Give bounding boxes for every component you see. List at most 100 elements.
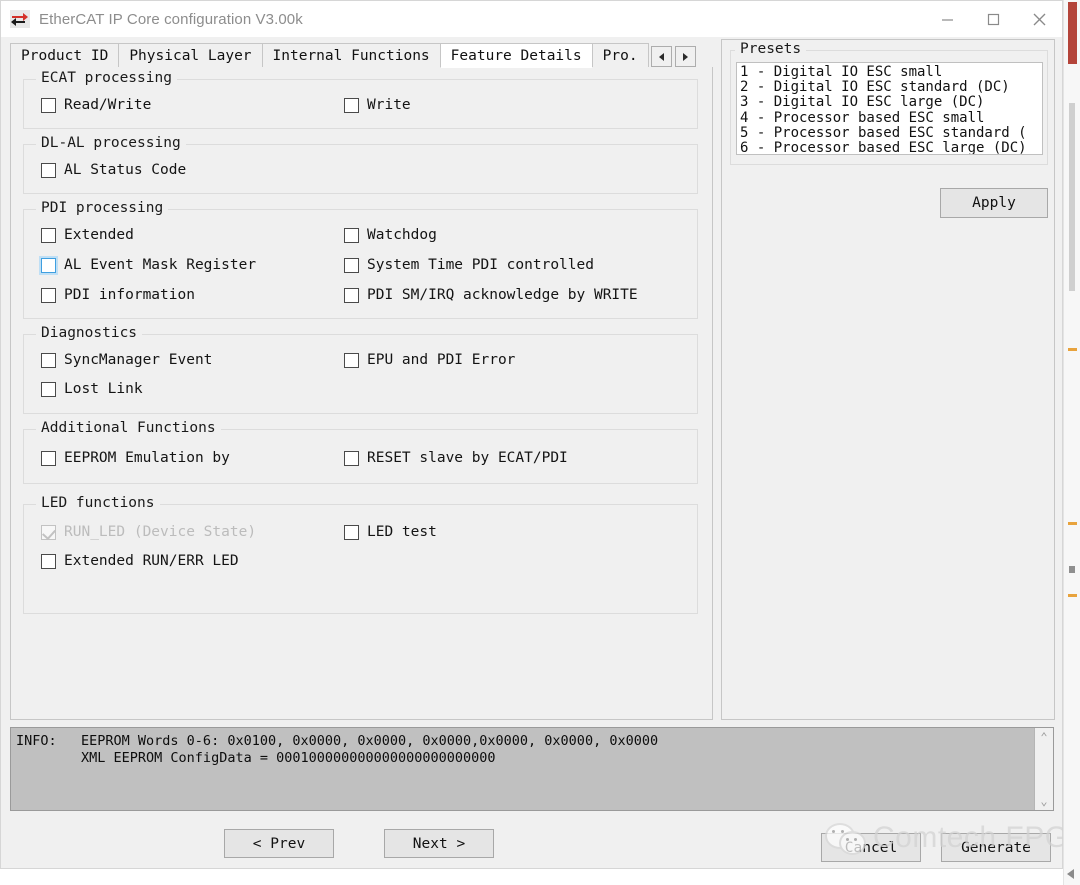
scrollbar-marker: [1068, 348, 1077, 351]
group-label-additional-functions: Additional Functions: [36, 420, 221, 436]
checkbox-label: LED test: [367, 524, 437, 540]
checkbox-box-icon: [41, 451, 56, 466]
checkbox-watchdog[interactable]: Watchdog: [344, 227, 437, 243]
scrollbar-track-highlight: [1069, 103, 1075, 291]
checkbox-box-icon: [344, 258, 359, 273]
close-icon[interactable]: [1016, 1, 1062, 37]
presets-list[interactable]: 1 - Digital IO ESC small 2 - Digital IO …: [736, 62, 1043, 155]
minimize-icon[interactable]: [924, 1, 970, 37]
checkbox-box-icon: [344, 451, 359, 466]
checkbox-box-icon: [41, 525, 56, 540]
tab-scroll-left-icon[interactable]: [651, 46, 672, 67]
list-item[interactable]: 4 - Processor based ESC small: [740, 111, 1042, 126]
checkbox-box-icon: [41, 228, 56, 243]
list-item[interactable]: 5 - Processor based ESC standard (: [740, 126, 1042, 141]
scrollbar-arrow-icon[interactable]: [1067, 869, 1074, 879]
editor-scrollbar[interactable]: [1063, 0, 1080, 885]
tab-scroll-buttons: [651, 45, 699, 68]
checkbox-box-icon: [344, 228, 359, 243]
list-item[interactable]: 3 - Digital IO ESC large (DC): [740, 95, 1042, 110]
feature-details-page: ECAT processing Read/Write Write DL-AL p…: [10, 67, 713, 720]
checkbox-extended[interactable]: Extended: [41, 227, 134, 243]
tab-scroll-right-icon[interactable]: [675, 46, 696, 67]
checkbox-label: EEPROM Emulation by: [64, 450, 230, 466]
checkbox-label: Lost Link: [64, 381, 143, 397]
checkbox-label: Extended: [64, 227, 134, 243]
checkbox-label: System Time PDI controlled: [367, 257, 594, 273]
group-pdi-processing: PDI processing Extended Watchdog AL Even…: [23, 209, 698, 319]
checkbox-syncmanager-event[interactable]: SyncManager Event: [41, 352, 212, 368]
checkbox-label: RESET slave by ECAT/PDI: [367, 450, 568, 466]
checkbox-box-icon: [41, 258, 56, 273]
group-label-pdi-processing: PDI processing: [36, 200, 168, 216]
checkbox-label: SyncManager Event: [64, 352, 212, 368]
checkbox-eeprom-emulation-by[interactable]: EEPROM Emulation by: [41, 450, 230, 466]
checkbox-label: Read/Write: [64, 97, 151, 113]
group-dl-al-processing: DL-AL processing AL Status Code: [23, 144, 698, 194]
checkbox-label: PDI information: [64, 287, 195, 303]
group-additional-functions: Additional Functions EEPROM Emulation by…: [23, 429, 698, 484]
log-line-2: XML EEPROM ConfigData = 0001000000000000…: [16, 750, 496, 766]
checkbox-box-icon: [344, 525, 359, 540]
tab-product-id[interactable]: Product ID: [10, 43, 118, 68]
checkbox-label: Extended RUN/ERR LED: [64, 553, 239, 569]
checkbox-reset-slave-by-ecat-pdi[interactable]: RESET slave by ECAT/PDI: [344, 450, 568, 466]
checkbox-label: Write: [367, 97, 411, 113]
checkbox-label: EPU and PDI Error: [367, 352, 515, 368]
tab-internal-functions[interactable]: Internal Functions: [262, 43, 440, 68]
title-bar: EtherCAT IP Core configuration V3.00k: [1, 1, 1062, 37]
checkbox-extended-run-err-led[interactable]: Extended RUN/ERR LED: [41, 553, 239, 569]
checkbox-box-icon: [41, 288, 56, 303]
scrollbar-marker: [1069, 566, 1075, 573]
checkbox-label: RUN_LED (Device State): [64, 524, 256, 540]
checkbox-label: AL Event Mask Register: [64, 257, 256, 273]
log-content: INFO: EEPROM Words 0-6: 0x0100, 0x0000, …: [11, 728, 1034, 810]
presets-panel: Presets 1 - Digital IO ESC small 2 - Dig…: [721, 39, 1055, 720]
list-item[interactable]: 6 - Processor based ESC large (DC): [740, 141, 1042, 155]
checkbox-label: AL Status Code: [64, 162, 186, 178]
group-presets: Presets 1 - Digital IO ESC small 2 - Dig…: [730, 50, 1048, 165]
group-ecat-processing: ECAT processing Read/Write Write: [23, 79, 698, 129]
group-label-presets: Presets: [735, 41, 806, 57]
group-led-functions: LED functions RUN_LED (Device State) LED…: [23, 504, 698, 614]
checkbox-epu-and-pdi-error[interactable]: EPU and PDI Error: [344, 352, 515, 368]
cancel-button[interactable]: Cancel: [821, 833, 921, 862]
prev-button[interactable]: < Prev: [224, 829, 334, 858]
checkbox-write[interactable]: Write: [344, 97, 411, 113]
checkbox-label: PDI SM/IRQ acknowledge by WRITE: [367, 287, 638, 303]
maximize-icon[interactable]: [970, 1, 1016, 37]
window-title: EtherCAT IP Core configuration V3.00k: [39, 11, 303, 28]
ethercat-logo-icon: [10, 10, 30, 28]
scroll-down-icon[interactable]: ⌄: [1040, 795, 1047, 807]
log-scrollbar[interactable]: ⌃ ⌄: [1034, 728, 1053, 810]
checkbox-run-led-device-state: RUN_LED (Device State): [41, 524, 256, 540]
checkbox-box-icon: [344, 98, 359, 113]
checkbox-read-write[interactable]: Read/Write: [41, 97, 151, 113]
apply-button[interactable]: Apply: [940, 188, 1048, 218]
tab-process-data[interactable]: Pro.: [592, 43, 649, 68]
checkbox-lost-link[interactable]: Lost Link: [41, 381, 143, 397]
tab-feature-details[interactable]: Feature Details: [440, 43, 592, 68]
group-diagnostics: Diagnostics SyncManager Event EPU and PD…: [23, 334, 698, 414]
checkbox-system-time-pdi-controlled[interactable]: System Time PDI controlled: [344, 257, 594, 273]
next-button[interactable]: Next >: [384, 829, 494, 858]
checkbox-pdi-sm-irq-acknowledge-by-write[interactable]: PDI SM/IRQ acknowledge by WRITE: [344, 287, 638, 303]
window-controls: [924, 1, 1062, 37]
checkbox-box-icon: [41, 98, 56, 113]
checkbox-led-test[interactable]: LED test: [344, 524, 437, 540]
checkbox-box-icon: [344, 353, 359, 368]
scroll-up-icon[interactable]: ⌃: [1040, 731, 1047, 743]
application-window: EtherCAT IP Core configuration V3.00k Pr…: [0, 0, 1063, 869]
scrollbar-thumb[interactable]: [1068, 2, 1077, 64]
checkbox-pdi-information[interactable]: PDI information: [41, 287, 195, 303]
checkbox-al-status-code[interactable]: AL Status Code: [41, 162, 186, 178]
list-item[interactable]: 2 - Digital IO ESC standard (DC): [740, 80, 1042, 95]
group-label-led-functions: LED functions: [36, 495, 160, 511]
generate-button[interactable]: Generate: [941, 833, 1051, 862]
list-item[interactable]: 1 - Digital IO ESC small: [740, 65, 1042, 80]
group-label-ecat-processing: ECAT processing: [36, 70, 177, 86]
checkbox-al-event-mask-register[interactable]: AL Event Mask Register: [41, 257, 256, 273]
checkbox-box-icon: [41, 163, 56, 178]
checkbox-label: Watchdog: [367, 227, 437, 243]
tab-physical-layer[interactable]: Physical Layer: [118, 43, 261, 68]
